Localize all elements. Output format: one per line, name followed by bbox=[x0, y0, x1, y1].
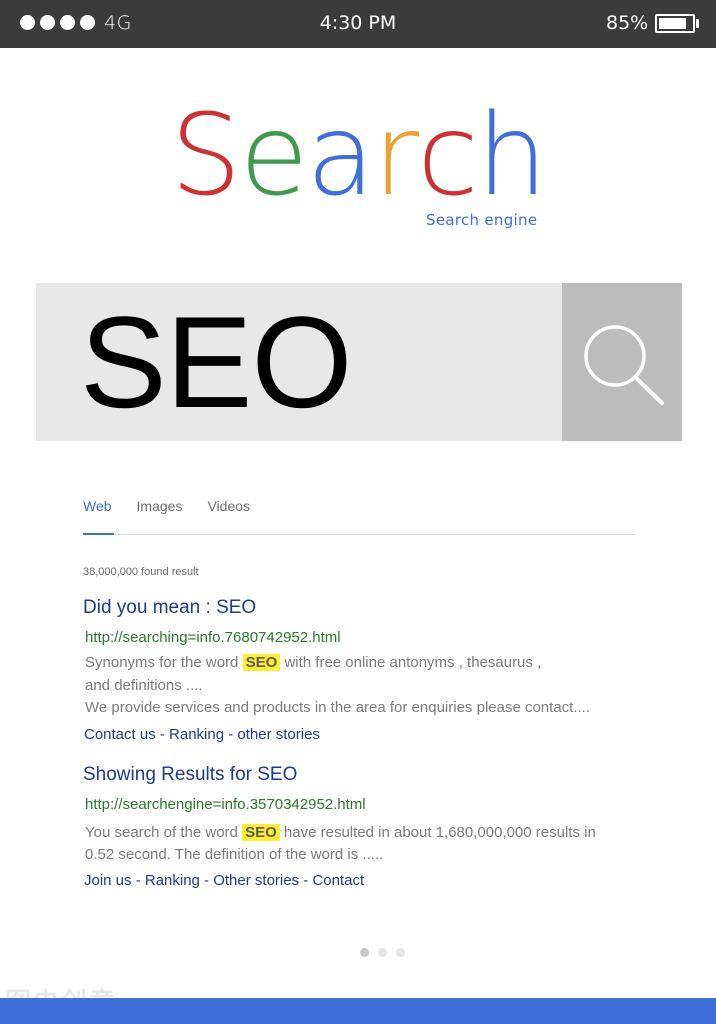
magnifier-icon bbox=[584, 325, 664, 405]
result-url[interactable]: http://searching=info.7680742952.html bbox=[85, 629, 341, 646]
logo-letter: r bbox=[373, 91, 419, 221]
battery-tip bbox=[696, 19, 699, 28]
tab-images[interactable]: Images bbox=[137, 498, 183, 514]
search-logo: Search bbox=[0, 96, 716, 216]
page-indicator bbox=[360, 948, 405, 957]
result-sublinks[interactable]: Contact us - Ranking - other stories bbox=[84, 726, 320, 743]
page-dot[interactable] bbox=[378, 948, 387, 957]
active-tab-indicator bbox=[83, 533, 114, 535]
snippet-text: You search of the word bbox=[85, 824, 238, 841]
search-input[interactable]: SEO bbox=[36, 283, 562, 441]
result-title-link[interactable]: Did you mean : SEO bbox=[83, 597, 256, 619]
keyword-highlight: SEO bbox=[242, 654, 281, 671]
result-sublinks[interactable]: Join us - Ranking - Other stories - Cont… bbox=[84, 872, 364, 889]
bottom-bar bbox=[0, 998, 716, 1024]
snippet-text: with free online antonyms , thesaurus , bbox=[284, 654, 542, 671]
result-tabs: Web Images Videos bbox=[83, 498, 250, 514]
snippet-text: Synonyms for the word bbox=[85, 654, 239, 671]
battery-fill bbox=[659, 18, 687, 29]
result-snippet-line: Synonyms for the word SEO with free onli… bbox=[85, 654, 541, 671]
keyword-highlight: SEO bbox=[242, 824, 280, 841]
tab-web[interactable]: Web bbox=[83, 498, 112, 514]
result-title-link[interactable]: Showing Results for SEO bbox=[83, 764, 297, 786]
result-snippet-line: and definitions .... bbox=[85, 677, 203, 694]
logo-letter: a bbox=[306, 91, 375, 221]
result-snippet-line: You search of the word SEO have resulted… bbox=[85, 824, 596, 841]
result-url[interactable]: http://searchengine=info.3570342952.html bbox=[85, 796, 366, 813]
logo-letter: S bbox=[170, 91, 241, 221]
logo-letter: c bbox=[417, 91, 479, 221]
page-dot[interactable] bbox=[360, 948, 369, 957]
tabs-divider bbox=[83, 534, 635, 535]
battery-icon bbox=[655, 14, 695, 33]
page-dot[interactable] bbox=[396, 948, 405, 957]
tab-videos[interactable]: Videos bbox=[207, 498, 250, 514]
status-bar: 4G 4:30 PM 85% bbox=[0, 0, 716, 48]
result-snippet-line: We provide services and products in the … bbox=[85, 699, 590, 716]
logo-letter: e bbox=[239, 91, 308, 221]
result-snippet-line: 0.52 second. The definition of the word … bbox=[85, 846, 384, 863]
search-query-text: SEO bbox=[80, 289, 353, 435]
logo-letter: h bbox=[476, 91, 548, 221]
search-button[interactable] bbox=[562, 283, 682, 441]
result-count: 38,000,000 found result bbox=[83, 566, 199, 578]
logo-subtitle: Search engine bbox=[426, 211, 538, 229]
snippet-text: have resulted in about 1,680,000,000 res… bbox=[283, 824, 596, 841]
battery-percent: 85% bbox=[606, 12, 649, 34]
